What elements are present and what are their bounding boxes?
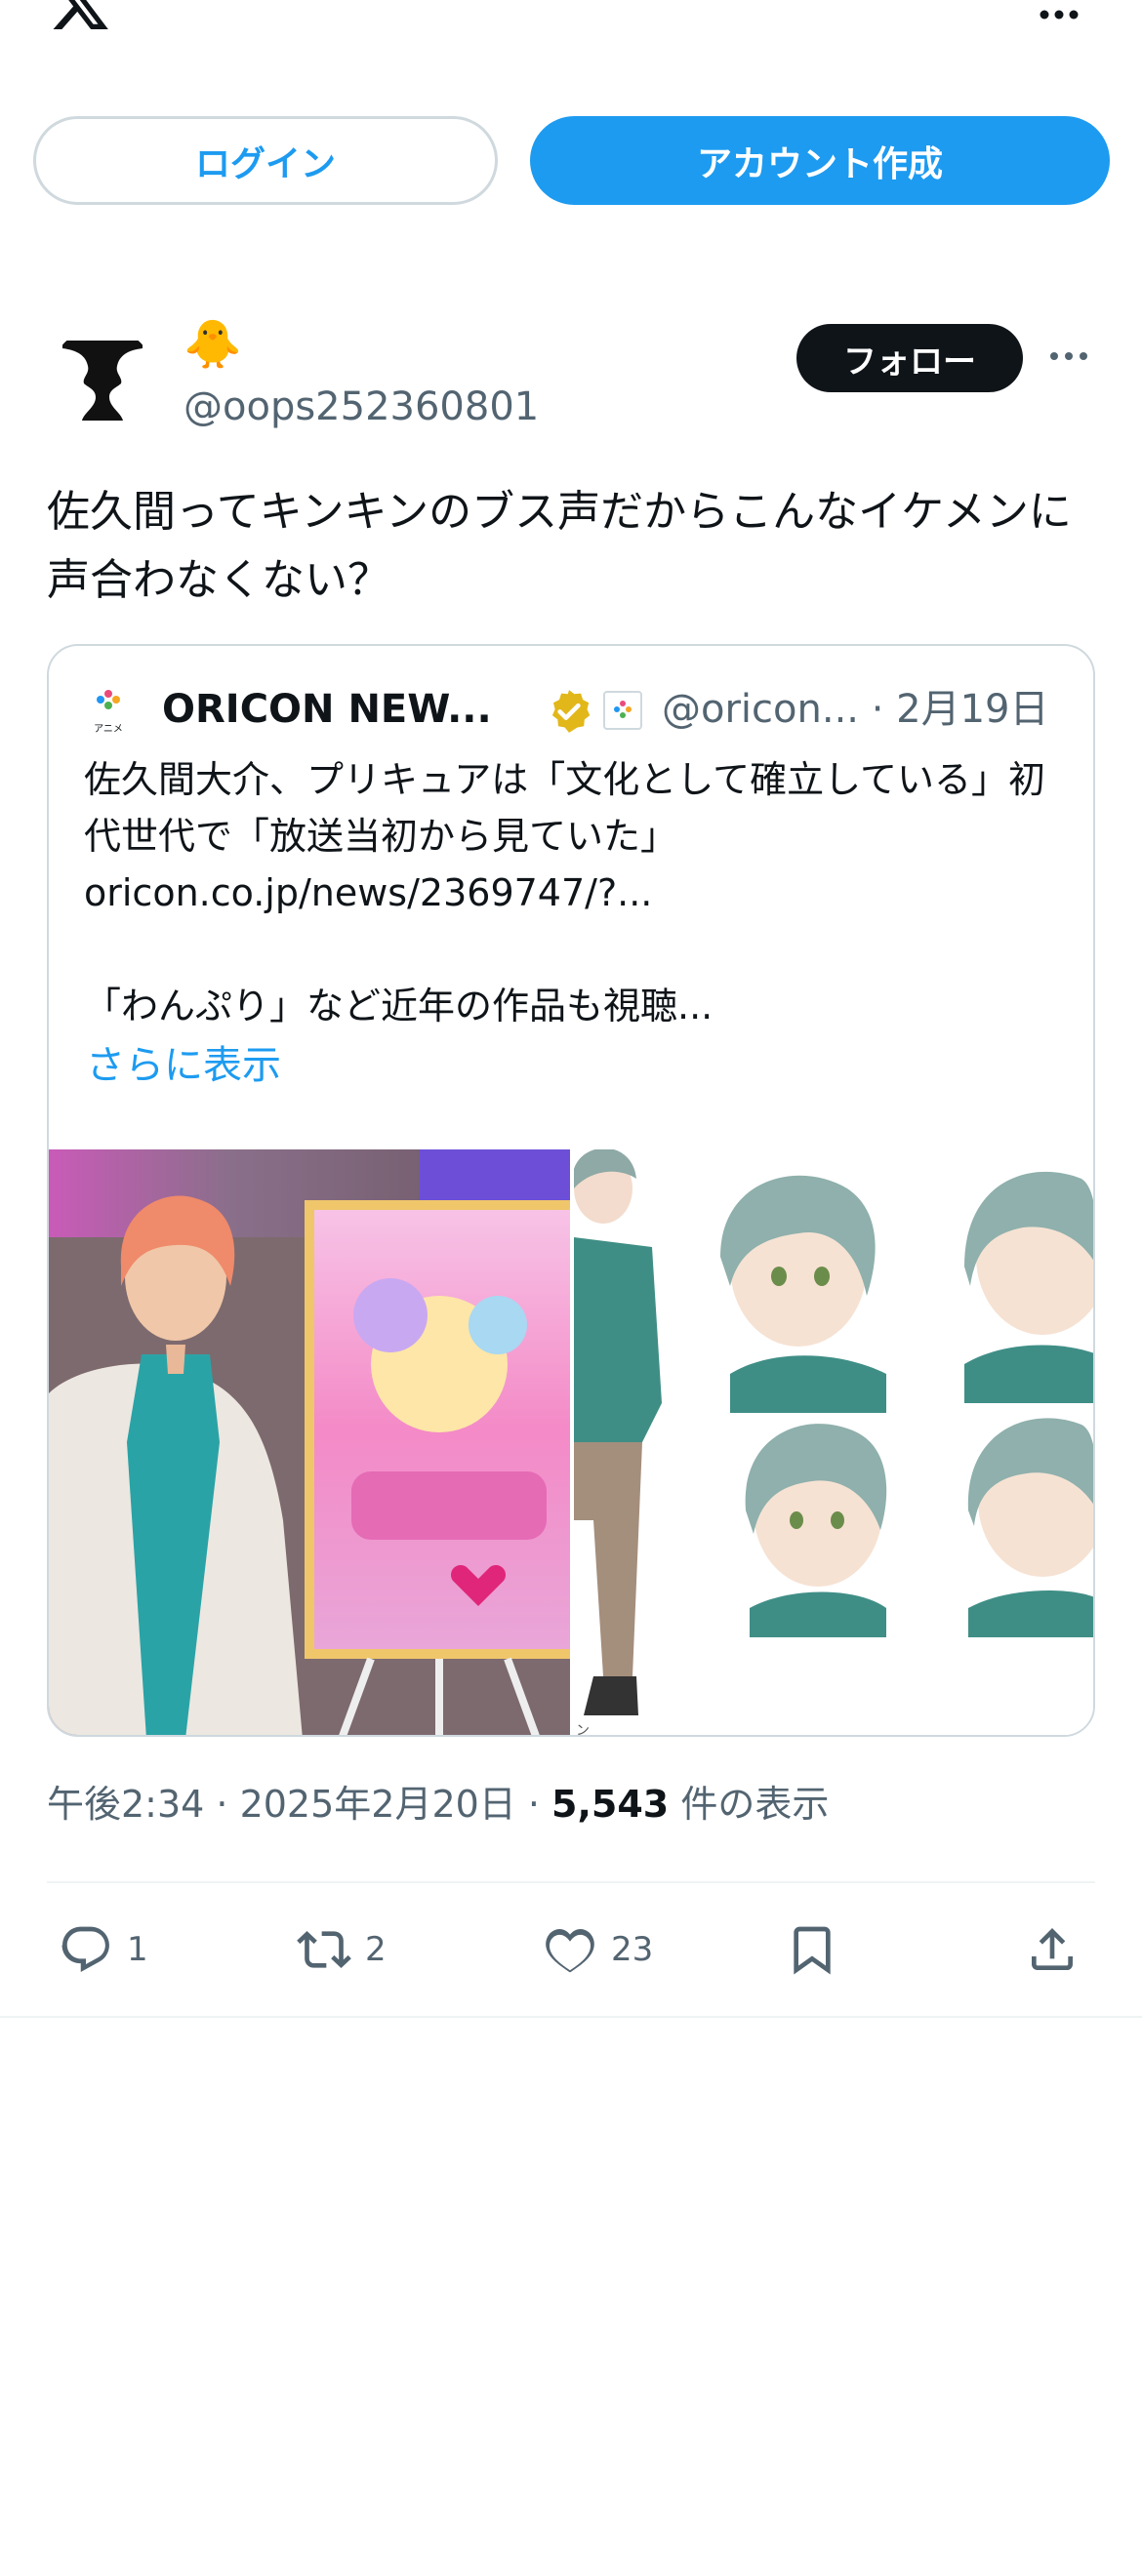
affiliation-badge-icon	[603, 691, 642, 730]
character-head-1	[720, 1175, 886, 1413]
quote-text: 佐久間大介、プリキュアは「文化として確立している」初代世代で「放送当初から見てい…	[84, 758, 1045, 1027]
like-button[interactable]: 23	[543, 1922, 653, 1977]
divider	[0, 2016, 1142, 2018]
show-more-link[interactable]: さらに表示	[86, 1038, 281, 1093]
user-handle[interactable]: @oops252360801	[184, 382, 539, 431]
heart-icon	[546, 1929, 594, 1973]
oricon-anime-avatar[interactable]: アニメ	[88, 685, 129, 736]
reply-button[interactable]: 1	[59, 1922, 148, 1977]
create-account-button[interactable]: アカウント作成	[530, 116, 1110, 205]
login-button[interactable]: ログイン	[33, 116, 498, 205]
media-character-sheet[interactable]: ン	[574, 1149, 1093, 1737]
more-horizontal-icon[interactable]	[1046, 342, 1091, 371]
quote-handle-date[interactable]: @oricon... · 2月19日	[662, 685, 1048, 734]
share-icon	[1032, 1928, 1073, 1970]
character-head-4	[967, 1418, 1093, 1637]
view-count: 5,543	[551, 1783, 670, 1826]
image-caption: ン	[576, 1723, 590, 1737]
media-photo-person-poster[interactable]	[49, 1149, 570, 1735]
tweet-meta: 午後2:34 · 2025年2月20日 · 5,543 件の表示	[47, 1780, 829, 1829]
vase-silhouette-icon	[62, 341, 143, 421]
more-horizontal-icon[interactable]	[1037, 0, 1081, 29]
quote-display-name[interactable]: ORICON NEW...	[162, 685, 492, 734]
retweet-count: 2	[365, 1930, 387, 1969]
tweet-text: 佐久間ってキンキンのブス声だからこんなイケメンに声合わなくない？	[47, 487, 1072, 605]
x-logo-icon[interactable]	[49, 0, 111, 35]
reply-icon	[61, 1926, 109, 1972]
character-head-3	[745, 1424, 887, 1637]
retweet-button[interactable]: 2	[297, 1922, 387, 1977]
bookmark-button[interactable]	[785, 1922, 839, 1977]
divider	[47, 1881, 1095, 1883]
avatar-label: アニメ	[94, 724, 123, 735]
share-button[interactable]	[1025, 1922, 1080, 1977]
follow-button[interactable]: フォロー	[796, 324, 1023, 392]
character-head-2	[964, 1172, 1093, 1403]
avatar[interactable]	[49, 327, 156, 434]
like-count: 23	[611, 1930, 654, 1969]
display-name[interactable]: 🐥	[184, 317, 242, 372]
view-count-suffix: 件の表示	[669, 1783, 830, 1826]
bookmark-icon	[794, 1926, 831, 1975]
verified-badge-icon	[551, 690, 591, 733]
quoted-tweet-card[interactable]: アニメ ORICON NEW... @oricon... · 2月19日 佐久間…	[47, 644, 1095, 1737]
reply-count: 1	[127, 1930, 148, 1969]
retweet-icon	[297, 1931, 351, 1968]
tweet-timestamp[interactable]: 午後2:34 · 2025年2月20日 ·	[47, 1783, 551, 1826]
